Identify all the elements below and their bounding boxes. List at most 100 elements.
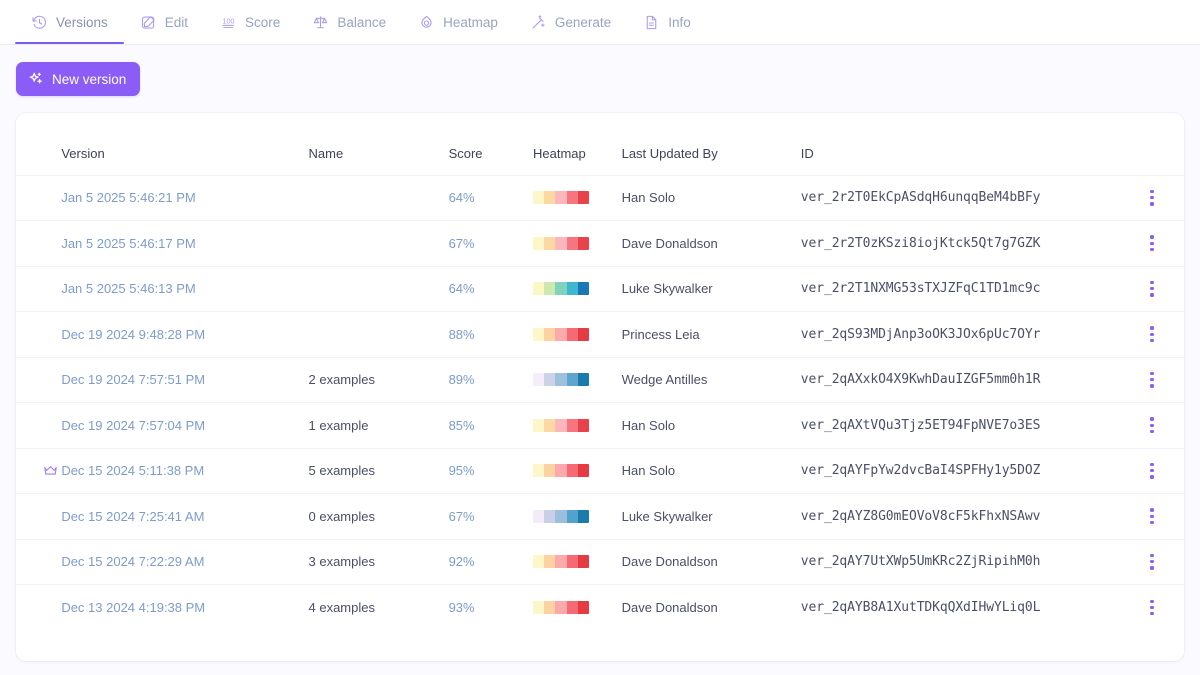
version-link[interactable]: Jan 5 2025 5:46:13 PM (61, 281, 195, 296)
column-header-last-updated-by[interactable]: Last Updated By (622, 113, 801, 175)
version-link[interactable]: Dec 19 2024 7:57:51 PM (61, 372, 205, 387)
row-actions-cell (1120, 494, 1184, 540)
tab-label: Generate (554, 14, 612, 30)
table-row[interactable]: Dec 19 2024 7:57:04 PM 1 example 85% Han So… (16, 403, 1184, 449)
heatmap-cell-0 (533, 373, 545, 387)
heatmap-cell-3 (566, 282, 578, 296)
score-link[interactable]: 67% (449, 236, 475, 251)
heatmap-cell-4 (577, 464, 590, 478)
tab-label: Score (245, 14, 281, 30)
column-header-score[interactable]: Score (449, 113, 533, 175)
tab-edit[interactable]: Edit (124, 0, 204, 44)
score-link[interactable]: 64% (449, 190, 475, 205)
row-version-cell: Dec 15 2024 7:25:41 AM (61, 494, 308, 540)
tab-versions[interactable]: Versions (15, 0, 124, 44)
version-link[interactable]: Dec 13 2024 4:19:38 PM (61, 600, 205, 615)
table-row[interactable]: Dec 19 2024 7:57:51 PM 2 examples 89% Wedge… (16, 357, 1184, 403)
kebab-menu-icon[interactable] (1141, 458, 1163, 484)
table-row[interactable]: Jan 5 2025 5:46:21 PM 64% Han Solo ver_2r2T… (16, 175, 1184, 221)
tab-score[interactable]: 100 Score (204, 0, 296, 44)
column-header-id[interactable]: ID (801, 113, 1120, 175)
tab-label: Edit (164, 14, 189, 30)
row-actions-cell (1120, 585, 1184, 631)
row-star-cell (16, 221, 61, 267)
column-header-name[interactable]: Name (309, 113, 449, 175)
version-link[interactable]: Dec 15 2024 5:11:38 PM (61, 463, 204, 478)
column-header-heatmap[interactable]: Heatmap (533, 113, 622, 175)
kebab-menu-icon[interactable] (1141, 321, 1163, 347)
heatmap-cell-4 (577, 191, 590, 205)
row-score-cell: 88% (449, 312, 533, 358)
row-star-cell (16, 403, 61, 449)
heatmap-cell-2 (555, 327, 567, 341)
row-updated-by-cell: Luke Skywalker (621, 508, 713, 524)
version-link[interactable]: Dec 15 2024 7:22:29 AM (61, 554, 204, 569)
version-link[interactable]: Dec 19 2024 9:48:28 PM (61, 327, 205, 342)
scales-icon (312, 14, 329, 31)
table-row[interactable]: Dec 13 2024 4:19:38 PM 4 examples 93% Dave … (16, 585, 1184, 631)
row-version-cell: Jan 5 2025 5:46:13 PM (61, 266, 308, 312)
table-row[interactable]: Dec 15 2024 5:11:38 PM 5 examples 95% Han S… (16, 448, 1184, 494)
score-link[interactable]: 93% (449, 600, 475, 615)
toolbar: New version (0, 45, 1200, 96)
row-name-cell (309, 312, 449, 358)
heatmap-cell-2 (555, 236, 567, 250)
kebab-menu-icon[interactable] (1141, 276, 1163, 302)
kebab-menu-icon[interactable] (1141, 412, 1163, 438)
kebab-menu-icon[interactable] (1141, 367, 1163, 393)
tab-label: Balance (337, 14, 387, 30)
heatmap-cell-3 (566, 509, 578, 523)
row-score-cell: 64% (449, 266, 533, 312)
row-score-cell: 95% (449, 448, 533, 494)
row-heatmap-cell (533, 175, 622, 221)
heatmap-cell-4 (577, 509, 590, 523)
kebab-menu-icon[interactable] (1141, 230, 1163, 256)
tab-info[interactable]: Info (627, 0, 707, 44)
table-row[interactable]: Dec 15 2024 7:22:29 AM 3 examples 92% Dave … (16, 539, 1184, 585)
heatmap-strip (533, 418, 590, 432)
row-name-cell: 5 examples (308, 463, 375, 479)
score-link[interactable]: 92% (449, 554, 475, 569)
score-link[interactable]: 85% (449, 418, 475, 433)
row-version-cell: Dec 19 2024 7:57:51 PM (61, 357, 308, 403)
table-row[interactable]: Dec 15 2024 7:25:41 AM 0 examples 67% Luke … (16, 494, 1184, 540)
kebab-menu-icon[interactable] (1141, 503, 1163, 529)
row-star-cell (16, 448, 61, 494)
tab-heatmap[interactable]: Heatmap (402, 0, 514, 44)
row-updated-by-cell: Luke Skywalker (621, 281, 713, 297)
tab-balance[interactable]: Balance (296, 0, 402, 44)
heatmap-cell-4 (577, 282, 590, 296)
new-version-button[interactable]: New version (16, 62, 141, 96)
row-version-cell: Dec 13 2024 4:19:38 PM (61, 585, 308, 631)
row-id-cell: ver_2qS93MDjAnp3oOK3JOx6pUc7OYr (800, 326, 1041, 342)
tab-generate[interactable]: Generate (514, 0, 627, 44)
heatmap-cell-2 (555, 464, 567, 478)
version-link[interactable]: Jan 5 2025 5:46:21 PM (61, 190, 195, 205)
version-link[interactable]: Jan 5 2025 5:46:17 PM (61, 236, 195, 251)
kebab-menu-icon[interactable] (1141, 595, 1163, 621)
table-row[interactable]: Jan 5 2025 5:46:17 PM 67% Dave Donaldson ve… (16, 221, 1184, 267)
heatmap-cell-1 (544, 191, 556, 205)
score-link[interactable]: 88% (449, 327, 475, 342)
row-actions-cell (1120, 448, 1184, 494)
score-link[interactable]: 89% (449, 372, 475, 387)
table-row[interactable]: Jan 5 2025 5:46:13 PM 64% Luke Skywalker ve… (16, 266, 1184, 312)
heatmap-cell-4 (577, 373, 590, 387)
kebab-menu-icon[interactable] (1141, 549, 1163, 575)
magic-wand-icon (530, 14, 547, 31)
score-link[interactable]: 95% (449, 463, 475, 478)
row-heatmap-cell (533, 312, 622, 358)
row-version-cell: Dec 15 2024 5:11:38 PM (61, 448, 308, 494)
kebab-menu-icon[interactable] (1141, 185, 1163, 211)
row-actions-cell (1120, 357, 1184, 403)
score-link[interactable]: 67% (449, 509, 475, 524)
row-star-cell (16, 494, 61, 540)
score-link[interactable]: 64% (449, 281, 475, 296)
heatmap-cell-2 (555, 509, 567, 523)
row-star-cell (16, 357, 61, 403)
table-row[interactable]: Dec 19 2024 9:48:28 PM 88% Princess Leia ve… (16, 312, 1184, 358)
column-header-version[interactable]: Version (61, 113, 308, 175)
heatmap-cell-1 (544, 373, 556, 387)
version-link[interactable]: Dec 15 2024 7:25:41 AM (61, 509, 204, 524)
version-link[interactable]: Dec 19 2024 7:57:04 PM (61, 418, 205, 433)
